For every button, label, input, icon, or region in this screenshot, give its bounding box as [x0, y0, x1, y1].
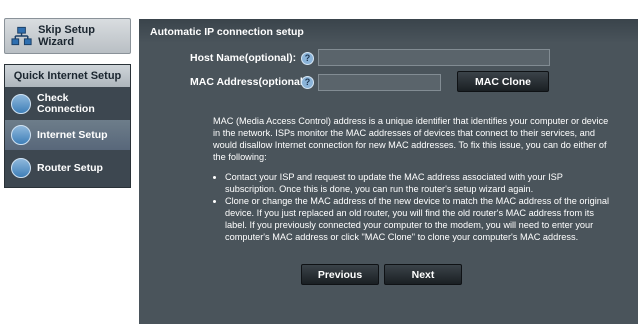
skip-setup-wizard-label: Skip Setup Wizard — [38, 24, 95, 48]
description-intro: MAC (Media Access Control) address is a … — [213, 116, 609, 162]
step-1-icon — [11, 94, 31, 114]
next-button[interactable]: Next — [384, 264, 462, 285]
sidebar-item-label: Check Connection — [37, 92, 95, 115]
host-name-label: Host Name(optional): — [190, 52, 297, 64]
quick-setup-sidebar: Quick Internet Setup Check Connection In… — [4, 64, 131, 188]
mac-clone-button[interactable]: MAC Clone — [457, 71, 549, 92]
list-item: Contact your ISP and request to update t… — [225, 171, 615, 195]
mac-description: MAC (Media Access Control) address is a … — [213, 115, 615, 243]
sidebar-item-label: Internet Setup — [37, 128, 108, 141]
step-2-icon — [11, 125, 31, 145]
mac-address-label: MAC Address(optional) — [190, 76, 307, 88]
host-name-input[interactable] — [318, 49, 550, 66]
sidebar-item-label: Router Setup — [37, 161, 103, 174]
previous-button[interactable]: Previous — [301, 264, 379, 285]
help-icon[interactable]: ? — [301, 76, 314, 89]
sidebar-item-router-setup[interactable]: Router Setup — [5, 153, 130, 183]
mac-address-input[interactable] — [318, 74, 441, 91]
list-item: Clone or change the MAC address of the n… — [225, 195, 615, 243]
description-list: Contact your ISP and request to update t… — [213, 171, 615, 243]
step-3-icon — [11, 158, 31, 178]
network-icon — [11, 26, 32, 46]
page-frame: Skip Setup Wizard Quick Internet Setup C… — [0, 0, 642, 324]
main-panel: Automatic IP connection setup Host Name(… — [139, 19, 638, 324]
page-title: Automatic IP connection setup — [150, 26, 304, 38]
help-icon[interactable]: ? — [301, 52, 314, 65]
skip-setup-wizard-button[interactable]: Skip Setup Wizard — [4, 18, 131, 54]
sidebar-item-check-connection[interactable]: Check Connection — [5, 89, 130, 119]
sidebar-item-internet-setup[interactable]: Internet Setup — [5, 120, 130, 150]
sidebar-title: Quick Internet Setup — [5, 65, 130, 87]
